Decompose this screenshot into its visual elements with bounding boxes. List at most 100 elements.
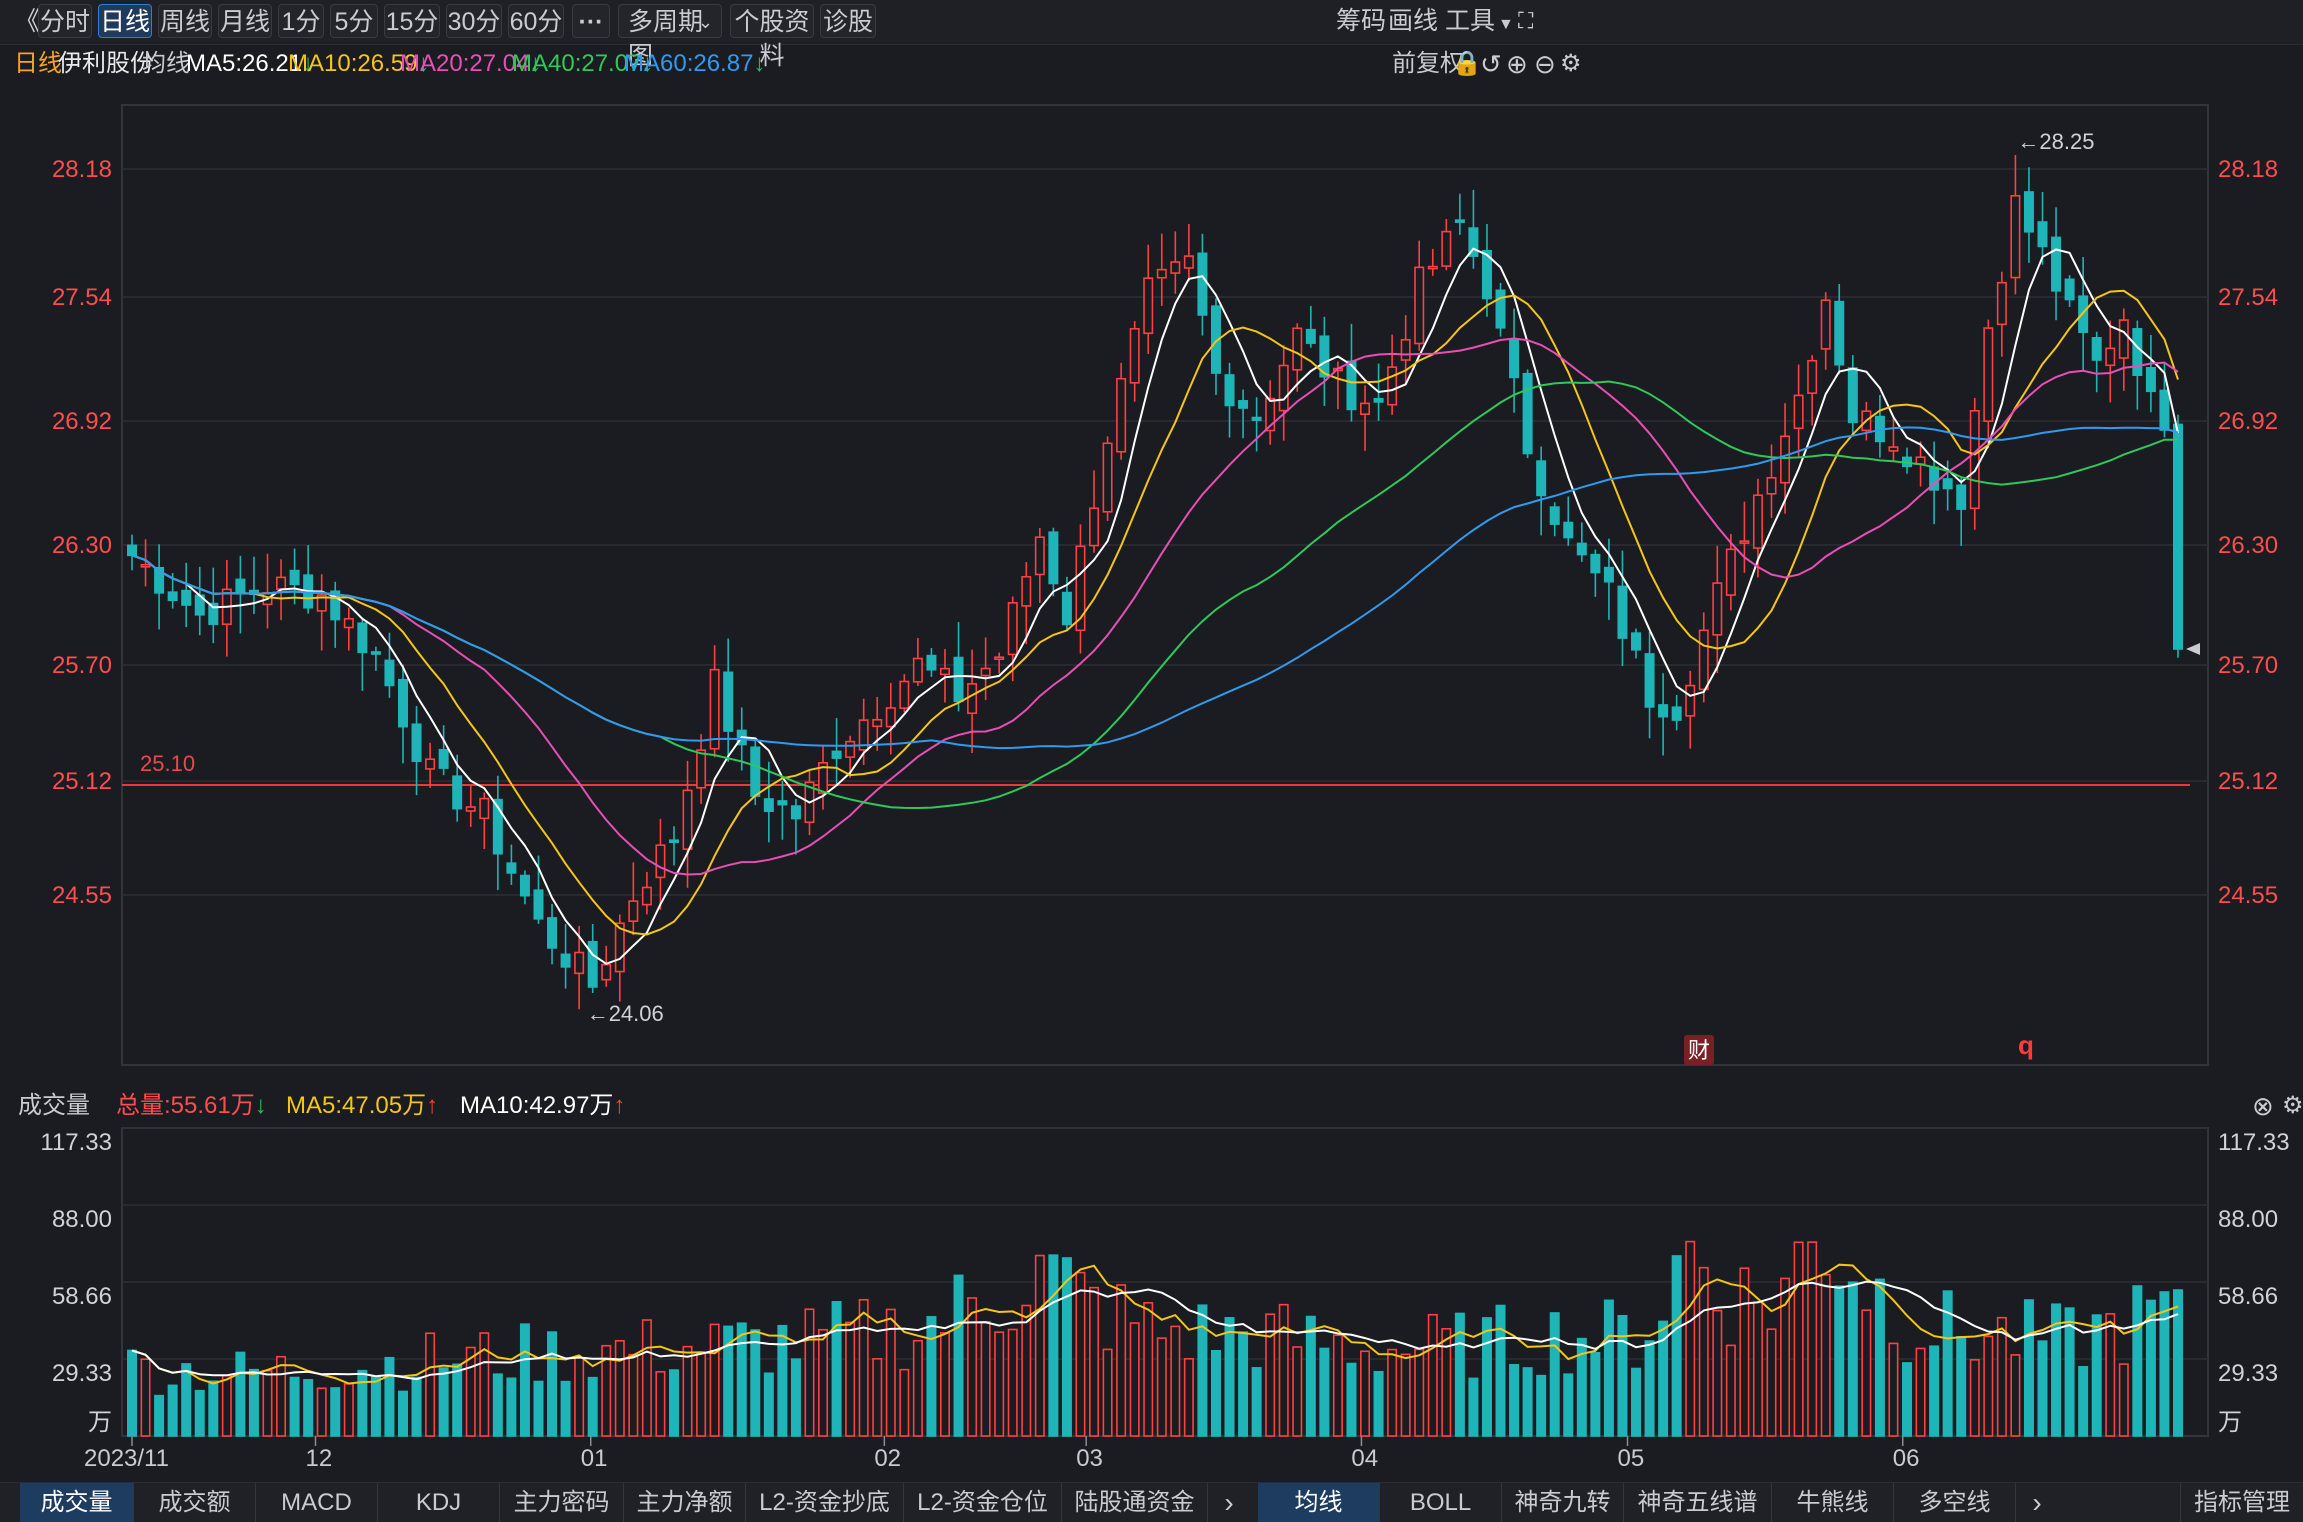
volume-bar [1387, 1348, 1398, 1437]
diagnose-button[interactable]: 诊股 [820, 4, 876, 38]
candle-body [1007, 602, 1018, 656]
tab-volume[interactable]: 成交量 [20, 1483, 134, 1522]
candle-body [1292, 327, 1303, 371]
down-arrow-icon: ↓ [254, 1092, 267, 1119]
candle-body [140, 564, 151, 568]
candle-body [1305, 328, 1316, 344]
candle-body [547, 917, 558, 949]
chevron-right-icon[interactable]: › [2016, 1483, 2058, 1522]
caret-down-icon: ▼ [1498, 16, 1514, 33]
close-icon[interactable]: ⊗ [2252, 1086, 2274, 1126]
candle-body [750, 746, 761, 797]
lock-icon[interactable]: 🔒 [1452, 44, 1482, 84]
volume-total: 总量:55.61万↓ [116, 1092, 267, 1119]
tab-long-short[interactable]: 多空线 [1894, 1483, 2016, 1522]
zoom-in-icon[interactable]: ⊕ [1506, 44, 1528, 84]
period-tab-1min[interactable]: 1分 [278, 4, 324, 38]
candle-body [1847, 367, 1858, 424]
tab-bull-bear[interactable]: 牛熊线 [1772, 1483, 1894, 1522]
volume-bar [547, 1331, 558, 1437]
volume-bar [140, 1358, 151, 1437]
period-tab-30min[interactable]: 30分 [446, 4, 502, 38]
indicator-manage-button[interactable]: 指标管理 [2180, 1483, 2303, 1522]
chevron-right-icon[interactable]: › [1208, 1483, 1250, 1522]
volume-tick-label-right: 117.33 [2218, 1129, 2290, 1156]
fullscreen-icon[interactable]: ⛶ [1518, 4, 1533, 38]
candle-body [370, 651, 381, 655]
period-tab-yuexian[interactable]: 月线 [218, 4, 272, 38]
undo-icon[interactable]: ↺ [1480, 44, 1502, 84]
volume-bar [1861, 1309, 1872, 1437]
tab-ma[interactable]: 均线 [1258, 1483, 1380, 1522]
candle-body [2010, 194, 2021, 279]
draw-line-button[interactable]: 画线 [1388, 4, 1438, 38]
period-tab-15min[interactable]: 15分 [384, 4, 440, 38]
volume-chart[interactable]: 117.33 117.33 88.00 88.00 58.66 58.66 29.33 29.… [0, 1126, 2303, 1482]
volume-bar [1034, 1254, 1045, 1437]
tools-button[interactable]: 工具 ▼ [1445, 4, 1514, 38]
candle-body [790, 805, 801, 820]
volume-tick-label-right: 88.00 [2218, 1206, 2278, 1233]
period-tab-rixian[interactable]: 日线 [98, 4, 152, 38]
tab-boll[interactable]: BOLL [1380, 1483, 1502, 1522]
stock-info-button[interactable]: 个股资料 [730, 4, 814, 70]
period-tab-fenshi[interactable]: 分时 [38, 4, 92, 38]
chips-button[interactable]: 筹码 [1336, 4, 1386, 38]
tab-macd[interactable]: MACD [256, 1483, 378, 1522]
candle-body [1888, 446, 1899, 452]
volume-bar [709, 1323, 720, 1437]
candle-body [1996, 281, 2007, 326]
zoom-out-icon[interactable]: ⊖ [1534, 44, 1556, 84]
back-button[interactable]: 《 [14, 4, 40, 38]
candle-body [845, 740, 856, 758]
candle-body [763, 798, 774, 812]
tab-magic-nine[interactable]: 神奇九转 [1502, 1483, 1624, 1522]
tab-kdj[interactable]: KDJ [378, 1483, 500, 1522]
candle-body [1685, 684, 1696, 717]
volume-bar [1183, 1357, 1194, 1437]
candle-body [1143, 277, 1154, 335]
more-button[interactable]: ··· [572, 4, 610, 38]
settings-icon[interactable]: ⚙ [2282, 1086, 2303, 1126]
candle-body [1441, 230, 1452, 267]
date-label: 06 [1893, 1445, 1920, 1472]
volume-bar [1698, 1266, 1709, 1437]
candle-body [2132, 328, 2143, 377]
volume-bar [1441, 1327, 1452, 1437]
period-tab-zhouxian[interactable]: 周线 [158, 4, 212, 38]
volume-bar [181, 1363, 192, 1437]
volume-bar [655, 1371, 666, 1437]
candle-body [560, 953, 571, 968]
volume-bar [1820, 1273, 1831, 1437]
tab-magic-five[interactable]: 神奇五线谱 [1624, 1483, 1772, 1522]
tab-l2-bottom[interactable]: L2-资金抄底 [746, 1483, 904, 1522]
tab-l2-position[interactable]: L2-资金仓位 [904, 1483, 1062, 1522]
period-tab-5min[interactable]: 5分 [330, 4, 378, 38]
volume-bar [912, 1339, 923, 1437]
candle-body [452, 775, 463, 810]
tab-main-code[interactable]: 主力密码 [500, 1483, 624, 1522]
multi-period-dropdown[interactable]: 多周期图 ⌄ [618, 4, 722, 70]
tab-turnover[interactable]: 成交额 [134, 1483, 256, 1522]
tab-main-net[interactable]: 主力净额 [624, 1483, 746, 1522]
settings-icon[interactable]: ⚙ [1560, 44, 1582, 84]
candle-body [1576, 542, 1587, 556]
tab-hk-connect[interactable]: 陆股通资金 [1062, 1483, 1208, 1522]
q-badge[interactable]: q [2018, 1030, 2034, 1060]
candle-body [1102, 442, 1113, 513]
volume-bar [628, 1353, 639, 1437]
volume-bar [777, 1324, 788, 1437]
candle-body [181, 589, 192, 606]
candle-body [1603, 566, 1614, 583]
candle-body [1360, 402, 1371, 415]
date-label: 12 [305, 1445, 332, 1472]
volume-bar [994, 1331, 1005, 1437]
price-chart[interactable]: 28.18 27.54 26.92 26.30 25.70 25.12 24.55 28.1… [0, 84, 2303, 1086]
price-tick-label-left: 25.70 [52, 652, 112, 679]
candle-body [1617, 585, 1628, 639]
candle-body [276, 576, 287, 590]
period-tab-60min[interactable]: 60分 [508, 4, 564, 38]
candle-body [1183, 255, 1194, 269]
volume-bar [2091, 1314, 2102, 1437]
volume-bar [1617, 1315, 1628, 1437]
